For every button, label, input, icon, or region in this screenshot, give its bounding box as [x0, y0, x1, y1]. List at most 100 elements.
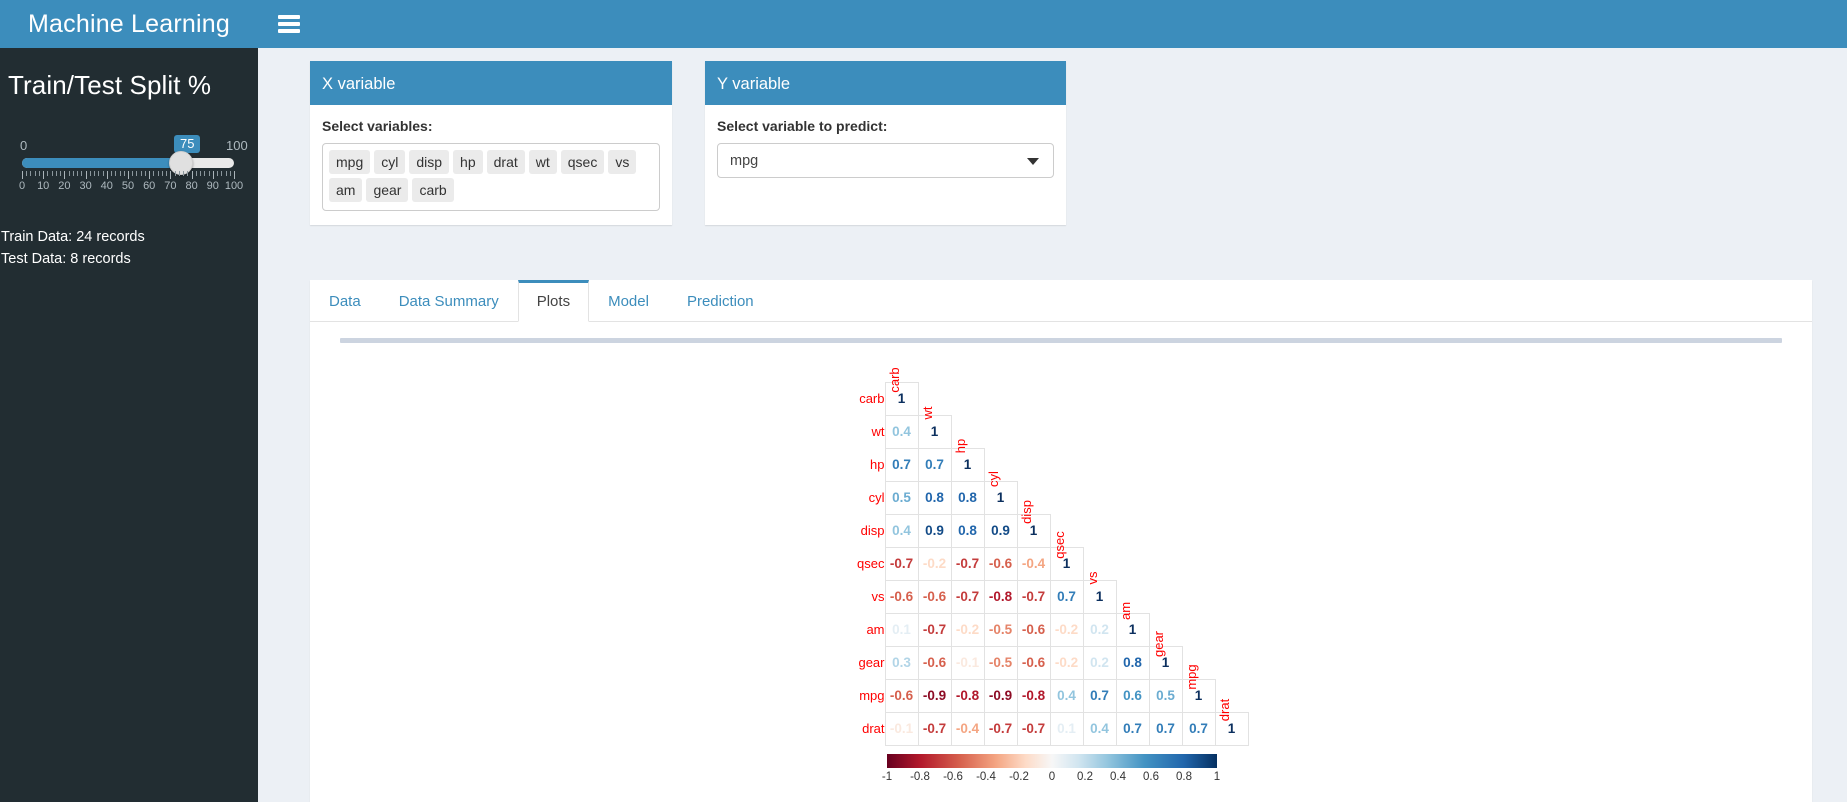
correlation-cell: -0.2 — [917, 546, 952, 581]
x-variable-chip[interactable]: wt — [528, 150, 557, 174]
correlation-cell: -0.8 — [983, 579, 1018, 614]
correlation-cell: 0.3 — [884, 645, 919, 680]
colorbar-tick-label: -0.2 — [1009, 770, 1029, 783]
top-navbar — [258, 0, 1847, 48]
sidebar: Train/Test Split % 0 75 100 0 10 20 30 40 50 6… — [0, 48, 258, 802]
tab-data[interactable]: Data — [310, 280, 380, 322]
correlation-col-label: hp — [952, 438, 968, 453]
colorbar-tick-label: 0 — [1048, 770, 1056, 783]
slider-tick-label: 10 — [37, 180, 50, 192]
correlation-cell: 0.4 — [1049, 678, 1084, 713]
correlation-col-label: wt — [919, 406, 935, 419]
correlation-col-label: cyl — [985, 470, 1001, 487]
x-variable-chip[interactable]: am — [329, 178, 363, 202]
x-variable-body: Select variables: mpg cyl disp hp drat wt qsec… — [310, 105, 672, 225]
correlation-row-label: disp — [860, 523, 885, 538]
correlation-row-label: qsec — [857, 556, 885, 571]
tab-panel: Data Data Summary Plots Model Prediction car… — [310, 280, 1812, 802]
correlation-row: am 0.1 -0.7 -0.2 -0.5 -0.6 -0.2 0.2 1 gear — [841, 612, 1248, 657]
correlation-cell: 0.9 — [983, 513, 1018, 548]
slider-captions: 0 75 100 — [8, 135, 248, 158]
correlation-col-label: carb — [886, 366, 902, 393]
correlation-plot: carb carb 1 wt wt 0.4 1 hp hp 0.7 0.7 1 cyl cyl 0.5 0.8… — [340, 343, 1782, 789]
hamburger-icon[interactable] — [278, 10, 306, 38]
correlation-cell: 0.7 — [917, 447, 952, 482]
x-variable-chip[interactable]: cyl — [374, 150, 406, 174]
correlation-cell: 0.7 — [1181, 711, 1216, 746]
y-variable-header: Y variable — [705, 64, 1066, 105]
colorbar-tick-label: -0.6 — [943, 770, 963, 783]
correlation-cell: 0.5 — [1148, 678, 1183, 713]
correlation-col-label: vs — [1084, 571, 1100, 584]
colorbar-tick-label: 0.2 — [1077, 770, 1093, 783]
correlation-row: hp 0.7 0.7 1 cyl — [841, 447, 1248, 487]
colorbar-tick-label: -0.4 — [976, 770, 996, 783]
correlation-cell: -0.6 — [917, 579, 952, 614]
correlation-cell: -0.4 — [950, 711, 985, 746]
tab-prediction[interactable]: Prediction — [668, 280, 773, 322]
app-root: Machine Learning Train/Test Split % 0 75… — [0, 0, 1847, 802]
correlation-col-label: mpg — [1183, 663, 1199, 690]
correlation-cell: -0.5 — [983, 612, 1018, 647]
correlation-cell: -0.5 — [983, 645, 1018, 680]
correlation-cell: -0.7 — [1016, 579, 1051, 614]
correlation-cell: 0.8 — [950, 513, 985, 548]
correlation-cell: 0.4 — [1082, 711, 1117, 746]
correlation-cell: 0.7 — [1049, 579, 1084, 614]
x-variable-label: Select variables: — [322, 118, 433, 134]
correlation-cell: 1 — [917, 414, 952, 449]
correlation-header-pad — [841, 349, 885, 382]
slider-ticks — [22, 171, 235, 179]
correlation-cell: -0.9 — [983, 678, 1018, 713]
correlation-row: qsec -0.7 -0.2 -0.7 -0.6 -0.4 1 vs — [841, 546, 1248, 584]
x-variable-multiselect[interactable]: mpg cyl disp hp drat wt qsec vs am gear carb — [322, 143, 660, 211]
correlation-cell: -0.6 — [983, 546, 1018, 581]
correlation-cell: -0.7 — [950, 579, 985, 614]
correlation-row: vs -0.6 -0.6 -0.7 -0.8 -0.7 0.7 1 am — [841, 579, 1248, 620]
correlation-cell: -0.7 — [917, 612, 952, 647]
correlation-cell: -0.2 — [1049, 612, 1084, 647]
train-test-slider[interactable]: 0 75 100 0 10 20 30 40 50 60 70 80 90 100 — [8, 135, 248, 196]
slider-tick-label: 100 — [224, 180, 244, 192]
correlation-row-label: gear — [858, 655, 885, 670]
chevron-down-icon — [1027, 157, 1039, 165]
correlation-cell: 0.7 — [1148, 711, 1183, 746]
correlation-row-label: am — [866, 622, 885, 637]
x-variable-chip[interactable]: disp — [409, 150, 450, 174]
slider-tick-label: 30 — [79, 180, 92, 192]
x-variable-chip[interactable]: hp — [453, 150, 483, 174]
correlation-cell: 0.7 — [1082, 678, 1117, 713]
test-data-count: Test Data: 8 records — [1, 251, 131, 267]
y-variable-label: Select variable to predict: — [717, 118, 888, 134]
correlation-cell: -0.6 — [917, 645, 952, 680]
correlation-colorbar: -1 -0.8 -0.6 -0.4 -0.2 0 0.2 0.4 0.6 0.8 1 — [882, 753, 1221, 789]
app-logo[interactable]: Machine Learning — [0, 0, 258, 48]
tab-model[interactable]: Model — [589, 280, 668, 322]
colorbar-tick-label: 1 — [1213, 770, 1221, 783]
slider-track[interactable] — [22, 151, 234, 175]
y-variable-select[interactable]: mpg — [717, 143, 1054, 178]
app-title: Machine Learning — [28, 9, 230, 38]
x-variable-chip[interactable]: vs — [608, 150, 637, 174]
tab-plots[interactable]: Plots — [517, 280, 590, 322]
correlation-cell: -0.9 — [917, 678, 952, 713]
correlation-cell: -0.2 — [1049, 645, 1084, 680]
correlation-matrix-wrapper: carb carb 1 wt wt 0.4 1 hp hp 0.7 0.7 1 cyl cyl 0.5 0.8… — [841, 343, 1281, 789]
x-variable-chip[interactable]: carb — [412, 178, 454, 202]
correlation-col-label: drat — [1216, 698, 1232, 721]
x-variable-chip[interactable]: qsec — [560, 150, 605, 174]
y-variable-body: Select variable to predict: mpg — [705, 105, 1066, 197]
x-variable-chip[interactable]: drat — [486, 150, 525, 174]
correlation-cell: -0.6 — [1016, 645, 1051, 680]
correlation-row-label: hp — [870, 457, 885, 472]
train-data-count: Train Data: 24 records — [1, 229, 145, 245]
colorbar-ticks: -1 -0.8 -0.6 -0.4 -0.2 0 0.2 0.4 0.6 0.8 1 — [882, 770, 1221, 789]
correlation-row: disp 0.4 0.9 0.8 0.9 1 qsec — [841, 513, 1248, 558]
correlation-cell: 1 — [1082, 579, 1117, 614]
correlation-cell: -0.7 — [983, 711, 1018, 746]
correlation-row-label: mpg — [859, 688, 885, 703]
x-variable-chip[interactable]: gear — [366, 178, 409, 202]
x-variable-chip[interactable]: mpg — [329, 150, 371, 174]
x-variable-header: X variable — [310, 64, 672, 105]
tab-data-summary[interactable]: Data Summary — [380, 280, 518, 322]
